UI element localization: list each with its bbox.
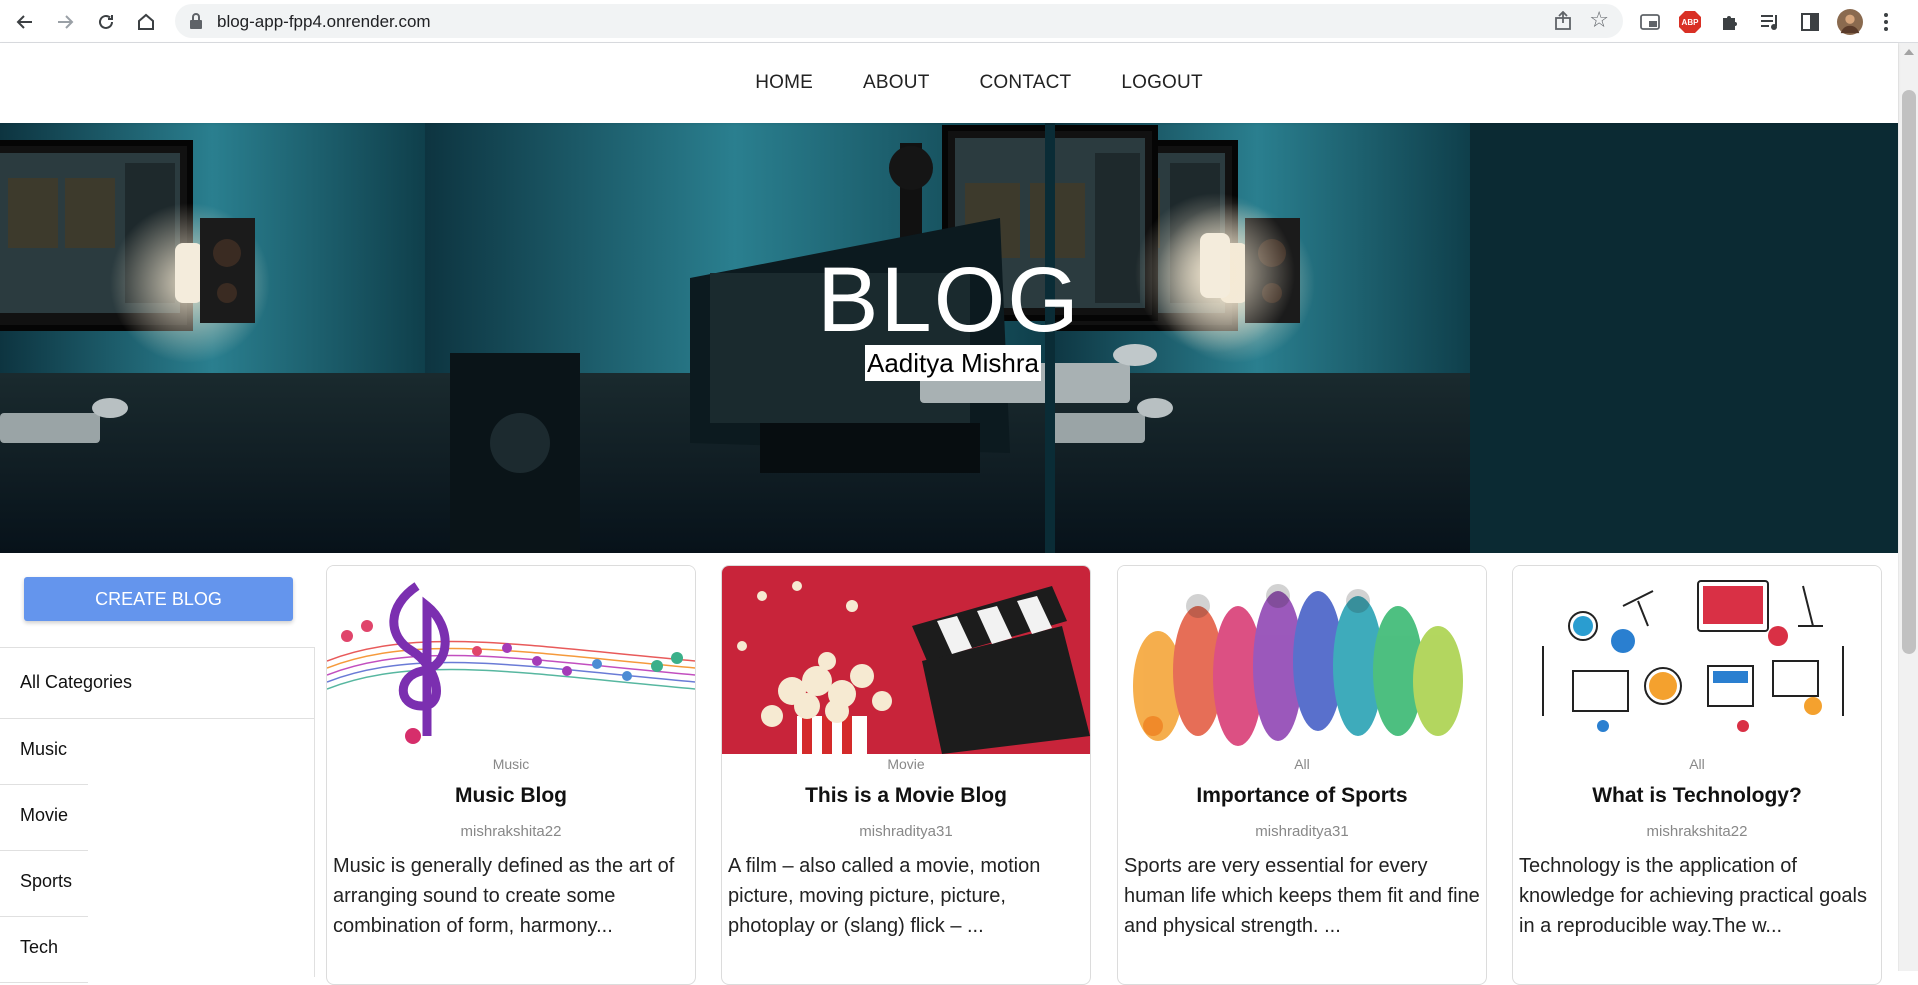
category-label: Sports [20, 871, 73, 891]
profile-avatar[interactable] [1837, 9, 1863, 35]
post-category: Music [492, 756, 530, 772]
home-icon[interactable] [133, 9, 159, 35]
category-label: Tech [20, 937, 59, 957]
post-excerpt: Technology is the application of knowled… [1519, 855, 1867, 937]
category-all-label: All Categories [20, 672, 133, 692]
post-image-movie [722, 566, 1090, 754]
create-blog-button[interactable]: CREATE BLOG [24, 577, 293, 621]
post-category: All [1294, 756, 1310, 772]
post-image-sports [1118, 566, 1486, 754]
post-image-tech [1513, 566, 1881, 754]
top-nav: HOME ABOUT CONTACT LOGOUT [0, 43, 1898, 123]
post-title[interactable]: Music Blog [327, 784, 695, 808]
post-category: Movie [887, 756, 925, 772]
hero-title: BLOG [817, 249, 1081, 351]
category-label: Movie [20, 805, 69, 825]
category-all[interactable]: All Categories [0, 648, 315, 719]
post-card[interactable]: Movie This is a Movie Blog mishraditya31… [721, 565, 1091, 985]
category-tech[interactable]: Tech [0, 917, 88, 983]
share-icon[interactable] [1553, 11, 1573, 31]
nav-about-link[interactable]: ABOUT [863, 72, 929, 94]
nav-logout-link[interactable]: LOGOUT [1121, 72, 1202, 94]
post-author: mishrakshita22 [460, 823, 562, 840]
nav-home-link[interactable]: HOME [755, 72, 813, 94]
post-excerpt: Music is generally defined as the art of… [333, 855, 675, 937]
lock-icon [190, 13, 202, 29]
address-bar[interactable]: blog-app-fpp4.onrender.com ☆ [175, 4, 1623, 38]
category-music[interactable]: Music [0, 719, 88, 785]
scroll-up-arrow-icon[interactable] [1904, 49, 1914, 55]
page-scrollbar[interactable] [1898, 43, 1918, 971]
svg-text:ABP: ABP [1682, 18, 1700, 27]
adblock-icon[interactable]: ABP [1677, 9, 1703, 35]
post-card[interactable]: All Importance of Sports mishraditya31 S… [1117, 565, 1487, 985]
kebab-menu-icon[interactable] [1879, 9, 1893, 35]
forward-icon[interactable] [52, 9, 78, 35]
post-card[interactable]: Music Music Blog mishrakshita22 Music is… [326, 565, 696, 985]
post-author: mishraditya31 [1255, 823, 1349, 840]
sidebar: CREATE BLOG All Categories Music Movie S… [0, 553, 315, 983]
bookmark-star-icon[interactable]: ☆ [1589, 9, 1609, 31]
media-icon[interactable] [1757, 9, 1783, 35]
post-title[interactable]: What is Technology? [1513, 784, 1881, 808]
post-author: mishraditya31 [859, 823, 953, 840]
post-excerpt: A film – also called a movie, motion pic… [728, 855, 1041, 937]
url-text: blog-app-fpp4.onrender.com [217, 12, 431, 31]
post-category: All [1689, 756, 1705, 772]
scroll-thumb[interactable] [1902, 90, 1916, 654]
post-excerpt: Sports are very essential for every huma… [1124, 855, 1480, 937]
hero-banner: BLOG Aaditya Mishra [0, 123, 1898, 553]
cast-icon[interactable] [1637, 9, 1663, 35]
category-movie[interactable]: Movie [0, 785, 88, 851]
post-author: mishrakshita22 [1646, 823, 1748, 840]
puzzle-icon[interactable] [1717, 9, 1743, 35]
post-title[interactable]: Importance of Sports [1118, 784, 1486, 808]
category-label: Music [20, 739, 68, 759]
browser-toolbar: blog-app-fpp4.onrender.com ☆ ABP [0, 0, 1918, 43]
nav-contact-link[interactable]: CONTACT [980, 72, 1072, 94]
post-title[interactable]: This is a Movie Blog [722, 784, 1090, 808]
reload-icon[interactable] [93, 9, 119, 35]
category-list: All Categories Music Movie Sports Tech [0, 647, 315, 983]
back-icon[interactable] [12, 9, 38, 35]
post-image-music [327, 566, 695, 754]
post-card[interactable]: All What is Technology? mishrakshita22 T… [1512, 565, 1882, 985]
hero-subtitle: Aaditya Mishra [865, 345, 1041, 381]
sidepanel-icon[interactable] [1797, 9, 1823, 35]
category-sports[interactable]: Sports [0, 851, 88, 917]
